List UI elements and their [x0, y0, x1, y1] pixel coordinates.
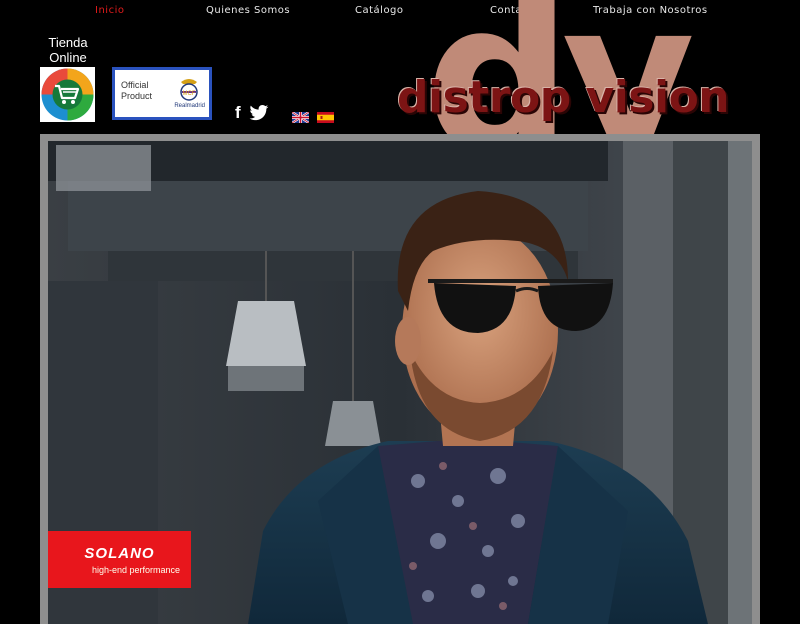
twitter-icon[interactable]: [249, 104, 271, 122]
shop-label-line1: Tienda: [48, 35, 88, 50]
shopping-cart-icon: [41, 68, 94, 121]
official-product-line2: Product: [121, 91, 153, 101]
online-shop-button[interactable]: [40, 67, 95, 122]
official-product-text: Official Product: [121, 80, 152, 102]
svg-text:MCF: MCF: [183, 91, 196, 97]
nav-item-quienes-somos[interactable]: Quienes Somos: [206, 5, 290, 16]
logo-wordmark: distrop vision: [397, 72, 730, 123]
english-flag-icon[interactable]: [291, 108, 310, 124]
real-madrid-crest-icon: MCF: [180, 79, 198, 101]
nav-item-inicio[interactable]: Inicio: [95, 5, 124, 16]
spanish-flag-icon[interactable]: [317, 108, 334, 123]
solano-brand-name: SOLANO: [84, 545, 155, 562]
solano-brand-tagline: high-end performance: [92, 565, 181, 575]
site-logo[interactable]: dy distrop vision: [395, 0, 755, 181]
shop-label: Tienda Online: [40, 35, 96, 65]
official-product-badge[interactable]: Official Product MCF Realmadrid: [112, 67, 212, 120]
facebook-icon[interactable]: f: [235, 104, 241, 122]
twitter-bird-glyph: [249, 105, 269, 121]
shop-label-line2: Online: [49, 50, 87, 65]
official-product-badge-inner: Official Product MCF Realmadrid: [115, 70, 209, 117]
real-madrid-wordmark: Realmadrid: [174, 103, 205, 109]
nav-item-catalogo[interactable]: Catálogo: [355, 5, 404, 16]
official-product-line1: Official: [121, 80, 149, 90]
solano-brand-badge[interactable]: SOLANO high-end performance: [48, 531, 191, 588]
